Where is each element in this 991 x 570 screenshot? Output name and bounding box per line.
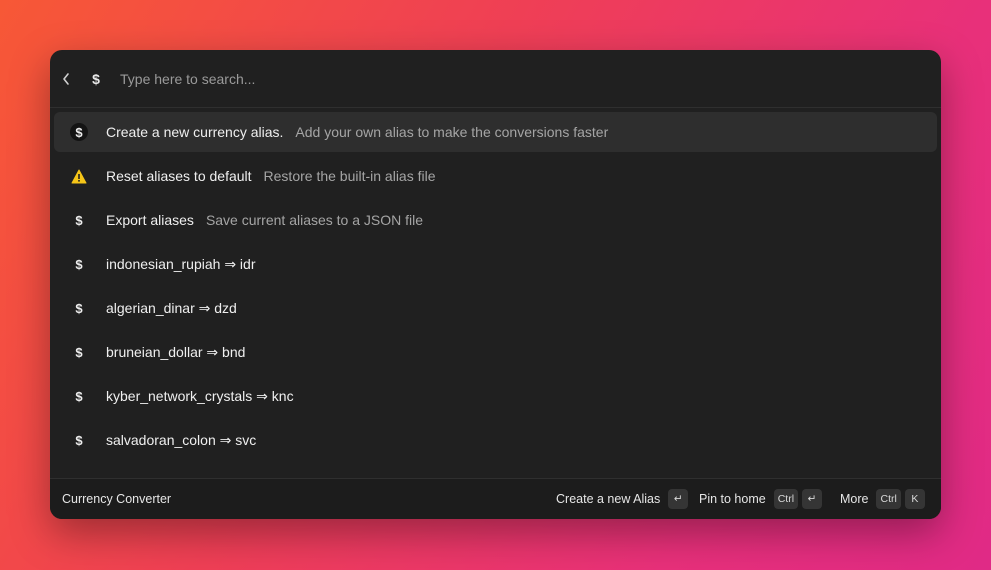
item-title: bruneian_dollar ⇒ bnd	[106, 343, 246, 360]
item-text: Create a new currency alias. Add your own…	[106, 124, 608, 140]
item-title: indonesian_rupiah ⇒ idr	[106, 255, 256, 272]
item-subtitle: Save current aliases to a JSON file	[205, 212, 424, 228]
dollar-icon: $	[92, 71, 100, 87]
back-button[interactable]	[58, 67, 74, 91]
item-title: Export aliases	[106, 212, 194, 228]
ctrl-key: Ctrl	[773, 489, 799, 509]
dollar-icon: $	[75, 256, 83, 272]
action-label: Create a new Alias	[556, 492, 661, 506]
item-title: kyber_network_crystals ⇒ knc	[106, 387, 294, 404]
item-text: Export aliases Save current aliases to a …	[106, 212, 423, 228]
dollar-badge-icon: $	[70, 123, 88, 141]
item-subtitle: Restore the built-in alias file	[263, 168, 436, 184]
item-subtitle: Add your own alias to make the conversio…	[295, 124, 609, 140]
action-label: More	[840, 492, 869, 506]
list-item-alias[interactable]: $ salvadoran_colon ⇒ svc	[54, 420, 937, 460]
dollar-icon: $	[75, 300, 83, 316]
create-alias-action[interactable]: Create a new Alias ↵	[556, 489, 689, 509]
warning-icon	[70, 167, 88, 185]
results-list: $ Create a new currency alias. Add your o…	[54, 112, 937, 464]
pin-to-home-action[interactable]: Pin to home Ctrl ↵	[699, 489, 823, 509]
list-item-alias[interactable]: $ kyber_network_crystals ⇒ knc	[54, 376, 937, 416]
launcher-window: $ $ Create a new currency alias. Add your…	[50, 50, 941, 519]
list-item-reset-aliases[interactable]: Reset aliases to default Restore the buil…	[54, 156, 937, 196]
enter-key: ↵	[668, 489, 689, 509]
k-key: K	[904, 489, 925, 509]
item-text: Reset aliases to default Restore the buil…	[106, 168, 436, 184]
search-bar: $	[50, 50, 941, 108]
item-title: algerian_dinar ⇒ dzd	[106, 299, 237, 316]
item-title: Reset aliases to default	[106, 168, 252, 184]
dollar-icon: $	[75, 212, 83, 228]
ctrl-key: Ctrl	[876, 489, 901, 509]
dollar-icon: $	[75, 432, 83, 448]
more-actions-button[interactable]: More Ctrl K	[840, 489, 925, 509]
list-item-create-alias[interactable]: $ Create a new currency alias. Add your o…	[54, 112, 937, 152]
item-title: Create a new currency alias.	[106, 124, 284, 140]
search-input[interactable]	[120, 65, 900, 93]
action-bar: Currency Converter Create a new Alias ↵ …	[50, 478, 941, 519]
dollar-icon: $	[75, 344, 83, 360]
item-title: salvadoran_colon ⇒ svc	[106, 431, 257, 448]
chevron-left-icon	[63, 73, 69, 85]
list-item-alias[interactable]: $ indonesian_rupiah ⇒ idr	[54, 244, 937, 284]
dollar-icon: $	[75, 388, 83, 404]
list-item-alias[interactable]: $ algerian_dinar ⇒ dzd	[54, 288, 937, 328]
list-item-alias[interactable]: $ bruneian_dollar ⇒ bnd	[54, 332, 937, 372]
action-label: Pin to home	[699, 492, 766, 506]
extension-name: Currency Converter	[62, 492, 172, 506]
enter-key: ↵	[802, 489, 823, 509]
list-item-export-aliases[interactable]: $ Export aliases Save current aliases to …	[54, 200, 937, 240]
